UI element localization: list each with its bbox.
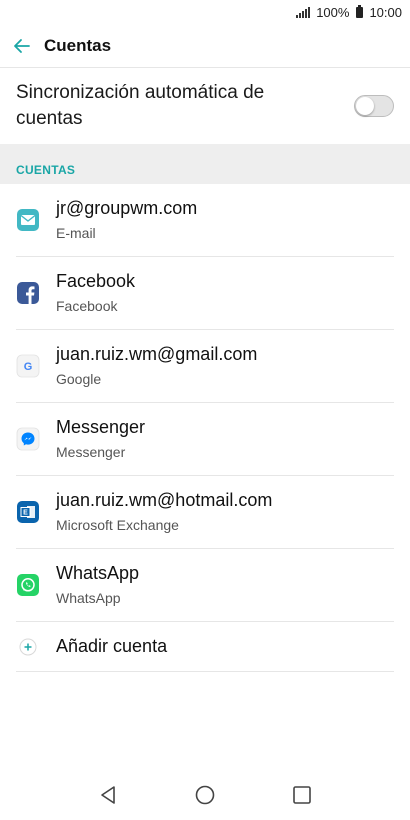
email-icon xyxy=(17,209,39,231)
auto-sync-toggle[interactable] xyxy=(354,95,394,117)
battery-percent: 100% xyxy=(316,4,350,20)
account-item-google[interactable]: G juan.ruiz.wm@gmail.com Google xyxy=(16,330,394,403)
whatsapp-icon xyxy=(17,574,39,596)
signal-icon xyxy=(296,6,311,18)
facebook-icon xyxy=(17,282,39,304)
account-item-facebook[interactable]: Facebook Facebook xyxy=(16,257,394,330)
account-type: E-mail xyxy=(56,225,96,241)
account-item-messenger[interactable]: Messenger Messenger xyxy=(16,403,394,476)
account-type: Facebook xyxy=(56,298,118,314)
google-icon: G xyxy=(16,354,40,378)
account-type: Microsoft Exchange xyxy=(56,517,179,533)
page-title: Cuentas xyxy=(44,35,112,55)
account-title: WhatsApp xyxy=(56,563,140,583)
account-title: Messenger xyxy=(56,417,146,437)
account-item-exchange[interactable]: E juan.ruiz.wm@hotmail.com Microsoft Exc… xyxy=(16,476,394,549)
clock: 10:00 xyxy=(369,4,402,20)
account-title: jr@groupwm.com xyxy=(56,198,198,218)
account-type: Google xyxy=(56,371,102,387)
add-account-label: Añadir cuenta xyxy=(56,636,168,656)
nav-recents-icon[interactable] xyxy=(287,780,317,810)
app-bar: Cuentas xyxy=(0,24,410,68)
nav-home-icon[interactable] xyxy=(190,780,220,810)
plus-icon xyxy=(19,638,37,655)
messenger-icon xyxy=(16,427,40,451)
svg-text:G: G xyxy=(24,361,33,373)
account-title: Facebook xyxy=(56,271,136,291)
account-title: juan.ruiz.wm@hotmail.com xyxy=(56,490,273,510)
auto-sync-label: Sincronización automática de cuentas xyxy=(16,82,265,129)
add-account-button[interactable]: Añadir cuenta xyxy=(16,622,394,672)
section-header: CUENTAS xyxy=(0,144,410,184)
account-list: jr@groupwm.com E-mail Facebook Facebook … xyxy=(0,184,410,672)
svg-text:E: E xyxy=(23,510,28,517)
account-type: Messenger xyxy=(56,444,126,460)
account-type: WhatsApp xyxy=(56,590,121,606)
account-item-email[interactable]: jr@groupwm.com E-mail xyxy=(16,184,394,257)
toggle-knob xyxy=(356,97,374,115)
account-item-whatsapp[interactable]: WhatsApp WhatsApp xyxy=(16,549,394,622)
back-arrow-icon[interactable] xyxy=(10,34,34,58)
exchange-icon: E xyxy=(17,501,39,523)
auto-sync-row[interactable]: Sincronización automática de cuentas xyxy=(0,68,410,144)
status-bar: 100% 10:00 xyxy=(0,0,410,24)
navigation-bar xyxy=(0,770,410,820)
nav-back-icon[interactable] xyxy=(93,780,123,810)
account-title: juan.ruiz.wm@gmail.com xyxy=(56,344,258,364)
battery-icon xyxy=(356,4,364,18)
